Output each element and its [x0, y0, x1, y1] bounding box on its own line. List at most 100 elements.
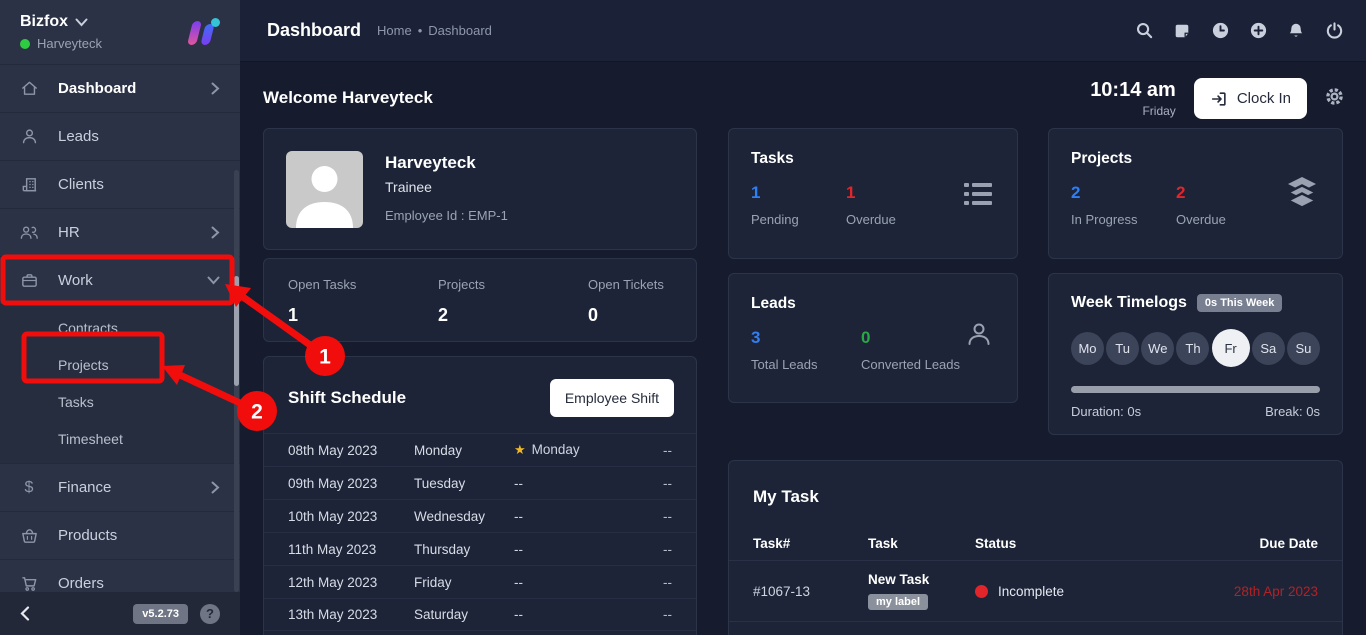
shift-row[interactable]: 09th May 2023 Tuesday -- --	[264, 466, 696, 499]
sidebar-header: Bizfox Harveyteck	[0, 0, 240, 64]
version-badge: v5.2.73	[133, 604, 188, 624]
notifications-bell-icon[interactable]	[1286, 21, 1306, 41]
chevron-down-icon	[75, 18, 88, 27]
submenu-item-projects[interactable]: Projects	[0, 346, 240, 383]
timelog-break: Break: 0s	[1265, 404, 1320, 419]
profile-card: Harveyteck Trainee Employee Id : EMP-1	[263, 128, 697, 250]
leads-card[interactable]: Leads 3 Total Leads 0 Converted Leads	[728, 273, 1018, 403]
sidebar-item-work[interactable]: Work	[0, 256, 240, 304]
leads-converted-stat: 0 Converted Leads	[861, 328, 960, 372]
my-task-card: My Task Task# Task Status Due Date #1067…	[728, 460, 1343, 635]
col-due-date: Due Date	[1188, 536, 1318, 551]
task-list-icon	[963, 181, 993, 212]
topbar: Dashboard Home • Dashboard	[240, 0, 1366, 62]
login-icon	[1210, 90, 1228, 108]
sidebar-item-label: Leads	[58, 128, 220, 145]
submenu-item-tasks[interactable]: Tasks	[0, 383, 240, 420]
leads-card-title: Leads	[751, 295, 995, 313]
welcome-heading: Welcome Harveyteck	[263, 88, 433, 108]
lead-person-icon	[965, 320, 993, 353]
bizfox-logo-icon[interactable]	[184, 15, 222, 49]
shift-row[interactable]: 12th May 2023 Friday -- --	[264, 565, 696, 598]
building-icon	[0, 175, 58, 194]
chevron-right-icon	[211, 82, 220, 95]
status-text: Incomplete	[998, 584, 1064, 599]
projects-card[interactable]: Projects 2 In Progress 2 Overdue	[1048, 128, 1343, 259]
quick-stats-card: Open Tasks 1 Projects 2 Open Tickets 0	[263, 258, 697, 342]
sidebar-item-label: Orders	[58, 575, 220, 592]
current-time: 10:14 am	[1090, 79, 1176, 102]
sidebar-item-label: Clients	[58, 176, 220, 193]
shift-schedule-card: Shift Schedule Employee Shift 08th May 2…	[263, 356, 697, 635]
table-row[interactable]: #1067-13 New Task my label Incomplete 28…	[729, 561, 1342, 622]
task-id: #1067-13	[753, 584, 868, 599]
submenu-item-contracts[interactable]: Contracts	[0, 309, 240, 346]
star-icon: ★	[514, 442, 526, 457]
sidebar-item-products[interactable]: Products	[0, 511, 240, 559]
help-icon[interactable]: ?	[200, 604, 220, 624]
workspace-name: Bizfox	[20, 13, 68, 31]
profile-role: Trainee	[385, 179, 508, 195]
tasks-overdue-stat: 1 Overdue	[846, 183, 941, 227]
breadcrumb-separator: •	[418, 23, 423, 38]
add-icon[interactable]	[1248, 21, 1268, 41]
clock-in-button[interactable]: Clock In	[1194, 78, 1307, 119]
day-sa[interactable]: Sa	[1252, 332, 1285, 365]
page-title: Dashboard	[267, 20, 361, 41]
status-dot	[975, 585, 988, 598]
workspace-switcher[interactable]: Bizfox	[20, 13, 102, 31]
tasks-card[interactable]: Tasks 1 Pending 1 Overdue	[728, 128, 1018, 259]
day-tu[interactable]: Tu	[1106, 332, 1139, 365]
chevron-down-icon	[207, 276, 220, 285]
employee-shift-button[interactable]: Employee Shift	[550, 379, 674, 417]
shift-row[interactable]: 10th May 2023 Wednesday -- --	[264, 499, 696, 532]
sidebar-item-clients[interactable]: Clients	[0, 160, 240, 208]
avatar	[286, 151, 363, 228]
projects-card-title: Projects	[1071, 150, 1320, 168]
day-fr-active[interactable]: Fr	[1212, 329, 1250, 367]
stat-open-tickets: Open Tickets 0	[588, 277, 664, 323]
sidebar-item-dashboard[interactable]: Dashboard	[0, 64, 240, 112]
col-task-number: Task#	[753, 536, 868, 551]
settings-gear-icon[interactable]	[1325, 87, 1344, 111]
notes-icon[interactable]	[1172, 21, 1192, 41]
briefcase-icon	[0, 271, 58, 290]
current-user: Harveyteck	[20, 36, 102, 51]
day-mo[interactable]: Mo	[1071, 332, 1104, 365]
shift-row[interactable]: 11th May 2023 Thursday -- --	[264, 532, 696, 565]
sidebar-item-finance[interactable]: $ Finance	[0, 463, 240, 511]
user-name: Harveyteck	[37, 36, 102, 51]
basket-icon	[0, 526, 58, 545]
day-th[interactable]: Th	[1176, 332, 1209, 365]
col-status: Status	[975, 536, 1188, 551]
task-name[interactable]: New Task	[868, 572, 929, 587]
day-su[interactable]: Su	[1287, 332, 1320, 365]
profile-employee-id: Employee Id : EMP-1	[385, 208, 508, 223]
sidebar-footer: v5.2.73 ?	[0, 592, 240, 635]
shift-schedule-title: Shift Schedule	[288, 388, 406, 408]
breadcrumb: Home • Dashboard	[377, 23, 492, 38]
home-icon	[0, 79, 58, 98]
person-icon	[0, 127, 58, 146]
sidebar-item-label: Work	[58, 272, 207, 289]
clock-area: 10:14 am Friday Clock In	[1090, 78, 1344, 119]
people-icon	[0, 223, 58, 242]
current-day: Friday	[1090, 104, 1176, 118]
col-task: Task	[868, 536, 975, 551]
power-icon[interactable]	[1324, 21, 1344, 41]
breadcrumb-home[interactable]: Home	[377, 23, 412, 38]
sidebar-item-leads[interactable]: Leads	[0, 112, 240, 160]
clock-icon[interactable]	[1210, 21, 1230, 41]
breadcrumb-current: Dashboard	[428, 23, 492, 38]
day-we[interactable]: We	[1141, 332, 1174, 365]
sidebar-item-label: Finance	[58, 479, 211, 496]
collapse-sidebar-icon[interactable]	[20, 606, 30, 621]
shift-row[interactable]: 08th May 2023 Monday ★Monday --	[264, 433, 696, 466]
sidebar-item-label: Products	[58, 527, 220, 544]
sidebar-item-hr[interactable]: HR	[0, 208, 240, 256]
my-task-header-row: Task# Task Status Due Date	[729, 527, 1342, 561]
search-icon[interactable]	[1134, 21, 1154, 41]
submenu-item-timesheet[interactable]: Timesheet	[0, 420, 240, 457]
shift-row[interactable]: 13th May 2023 Saturday -- --	[264, 598, 696, 631]
sidebar-scrollbar-thumb[interactable]	[234, 276, 239, 386]
